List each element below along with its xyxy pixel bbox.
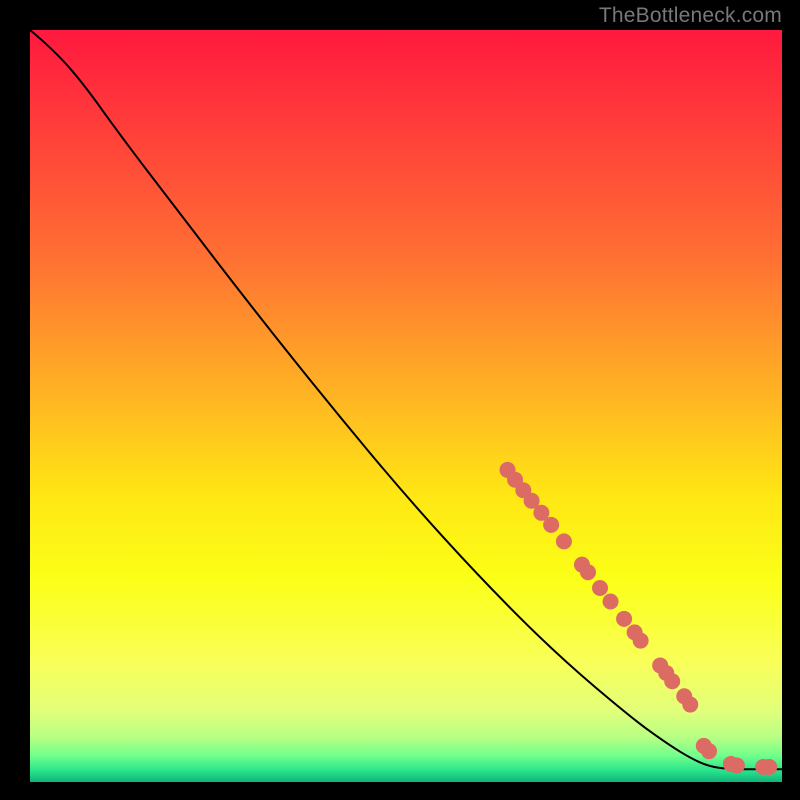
chart-marker xyxy=(556,533,572,549)
chart-marker xyxy=(682,697,698,713)
chart-marker xyxy=(603,594,619,610)
chart-svg xyxy=(30,30,782,782)
chart-marker xyxy=(580,564,596,580)
chart-marker xyxy=(664,673,680,689)
chart-marker xyxy=(633,633,649,649)
chart-marker xyxy=(701,743,717,759)
chart-marker xyxy=(761,759,777,775)
chart-plot-area xyxy=(30,30,782,782)
chart-marker xyxy=(543,517,559,533)
chart-marker xyxy=(729,757,745,773)
chart-marker xyxy=(592,580,608,596)
watermark-text: TheBottleneck.com xyxy=(599,4,782,28)
chart-frame: TheBottleneck.com xyxy=(0,0,800,800)
chart-marker xyxy=(616,611,632,627)
